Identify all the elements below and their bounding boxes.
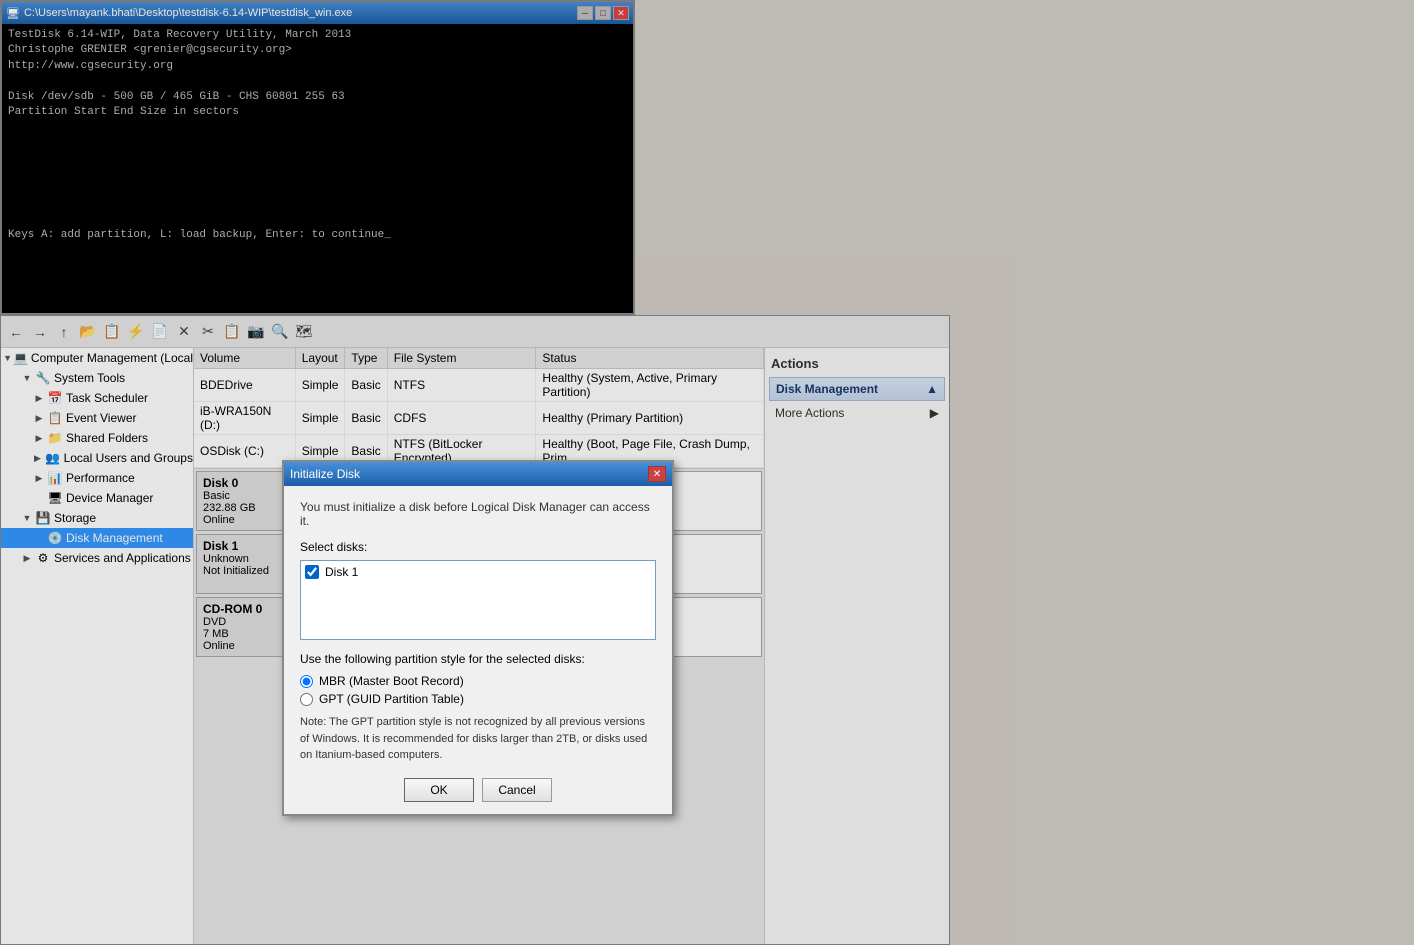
note-text: Note: The GPT partition style is not rec… xyxy=(300,714,656,764)
radio-row-mbr: MBR (Master Boot Record) xyxy=(300,674,656,688)
modal-message: You must initialize a disk before Logica… xyxy=(300,500,656,528)
modal-buttons: OK Cancel xyxy=(300,778,656,802)
disk1-label: Disk 1 xyxy=(325,565,358,579)
radio-label-mbr: MBR (Master Boot Record) xyxy=(319,674,464,688)
disk1-checkbox[interactable] xyxy=(305,565,319,579)
disk-list-item: Disk 1 xyxy=(305,565,651,579)
radio-mbr[interactable] xyxy=(300,675,313,688)
partition-radio-group: MBR (Master Boot Record) GPT (GUID Partit… xyxy=(300,674,656,706)
modal-body: You must initialize a disk before Logica… xyxy=(284,486,672,814)
modal-close-btn[interactable]: ✕ xyxy=(648,466,666,482)
modal-title: Initialize Disk xyxy=(290,467,360,481)
partition-style-label: Use the following partition style for th… xyxy=(300,652,656,666)
modal-titlebar: Initialize Disk ✕ xyxy=(284,462,672,486)
radio-label-gpt: GPT (GUID Partition Table) xyxy=(319,692,464,706)
radio-row-gpt: GPT (GUID Partition Table) xyxy=(300,692,656,706)
modal-overlay: Initialize Disk ✕ You must initialize a … xyxy=(0,0,1414,945)
radio-gpt[interactable] xyxy=(300,693,313,706)
select-disks-label: Select disks: xyxy=(300,540,656,554)
cancel-button[interactable]: Cancel xyxy=(482,778,552,802)
disk-list-area: Disk 1 xyxy=(300,560,656,640)
ok-button[interactable]: OK xyxy=(404,778,474,802)
initialize-disk-dialog: Initialize Disk ✕ You must initialize a … xyxy=(282,460,674,816)
